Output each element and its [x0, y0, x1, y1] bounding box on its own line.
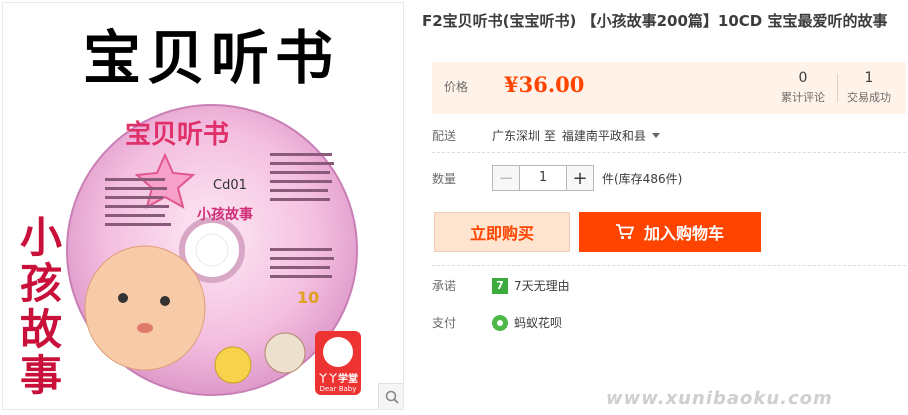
sales-label: 交易成功 [847, 91, 891, 104]
shipping-row: 配送 广东深圳 至 福建南平政和县 [432, 127, 660, 144]
seven-day-return-icon: 7 [492, 277, 508, 294]
cart-icon [615, 224, 634, 240]
payment-text[interactable]: 蚂蚁花呗 [514, 314, 562, 331]
divider [432, 265, 906, 266]
add-to-cart-button[interactable]: 加入购物车 [579, 212, 761, 252]
quantity-row: 数量 − 1 + 件(库存486件) [432, 165, 682, 191]
disc-subtitle: 小孩故事 [197, 206, 253, 223]
disc-number: 10 [297, 288, 319, 307]
brand-logo: 丫丫学堂 Dear Baby [315, 331, 361, 395]
image-side-text: 小孩故事 [19, 213, 62, 400]
add-to-cart-label: 加入购物车 [643, 224, 724, 243]
payment-row: 支付 蚂蚁花呗 [432, 314, 562, 331]
disc-title: 宝贝听书 [125, 119, 229, 150]
sales-count: 1 [864, 70, 874, 86]
quantity-decrease-button[interactable]: − [492, 165, 520, 191]
price-label: 价格 [444, 80, 469, 94]
reviews-count: 0 [798, 70, 808, 86]
reviews-stat[interactable]: 0 累计评论 [772, 70, 834, 105]
stock-text: 件(库存486件) [602, 171, 683, 186]
payment-label: 支付 [432, 316, 457, 330]
quantity-stepper: − 1 + [492, 165, 594, 191]
divider [432, 152, 906, 153]
disc-code: Cd01 [213, 178, 247, 193]
shipping-destination-select[interactable]: 福建南平政和县 [562, 127, 660, 144]
zoom-button[interactable] [378, 383, 403, 409]
shipping-destination: 福建南平政和县 [561, 129, 646, 143]
watermark: www.xunibaoku.com [606, 388, 833, 409]
reviews-label: 累计评论 [781, 91, 825, 104]
promise-row: 承诺 7 7天无理由 [432, 277, 570, 294]
promise-label: 承诺 [432, 279, 457, 293]
price-panel: 价格 ¥36.00 0 累计评论 1 交易成功 [432, 62, 906, 114]
sales-stat: 1 交易成功 [838, 70, 900, 105]
chevron-down-icon [651, 133, 660, 138]
magnifier-icon [385, 390, 399, 404]
product-title: F2宝贝听书(宝宝听书) 【小孩故事200篇】10CD 宝宝最爱听的故事 [422, 12, 888, 30]
buy-now-button[interactable]: 立即购买 [434, 212, 570, 252]
quantity-increase-button[interactable]: + [566, 165, 594, 191]
promise-text[interactable]: 7天无理由 [514, 277, 570, 294]
shipping-from: 广东深圳 至 [492, 129, 556, 143]
quantity-input[interactable]: 1 [520, 165, 566, 191]
price-value: ¥36.00 [504, 72, 585, 97]
shipping-label: 配送 [432, 129, 457, 143]
product-image[interactable]: 宝贝听书 小孩故事 宝贝听书 Cd01 小孩故事 10 丫丫学堂 Dear Ba… [2, 2, 404, 410]
huabei-icon [492, 314, 508, 331]
image-title-text: 宝贝听书 [83, 24, 340, 92]
quantity-label: 数量 [432, 171, 457, 186]
